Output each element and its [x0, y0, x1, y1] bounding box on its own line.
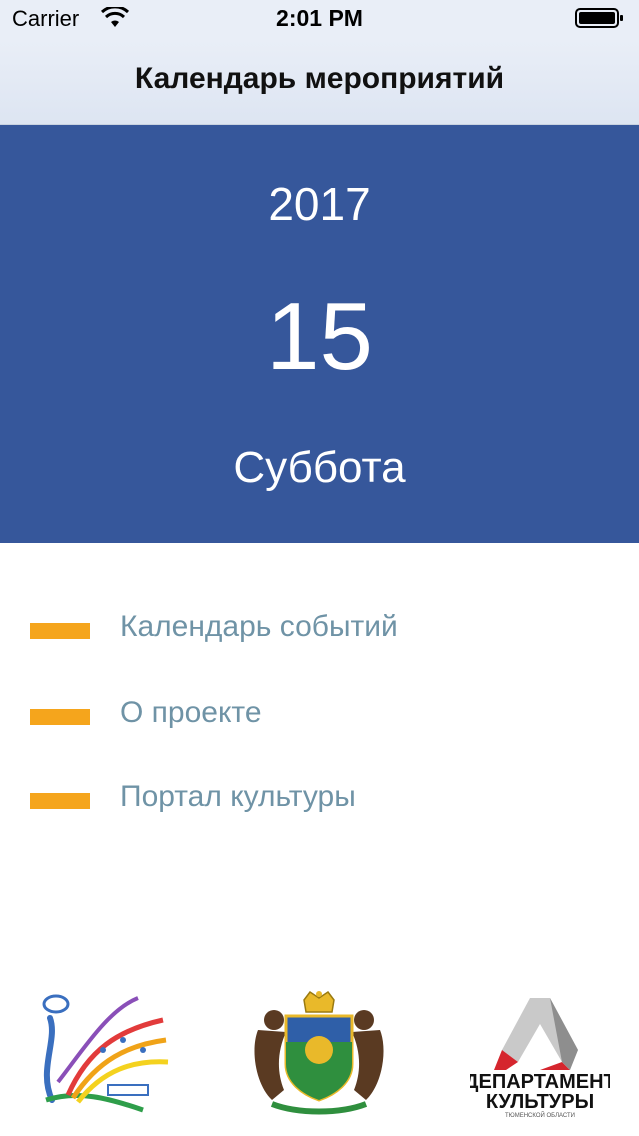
menu-item-label: Портал культуры	[120, 780, 356, 813]
date-weekday: Суббота	[233, 443, 406, 492]
menu-item-label: Календарь событий	[120, 610, 398, 643]
menu-item-about-project[interactable]: О проекте	[0, 686, 639, 746]
date-year: 2017	[268, 178, 371, 230]
clock-time: 2:01 PM	[276, 5, 363, 31]
menu-bullet-icon	[30, 623, 90, 639]
menu-bullet-icon	[30, 793, 90, 809]
department-name-line2: КУЛЬТУРЫ	[486, 1091, 594, 1113]
department-name-line3: ТЮМЕНСКОЙ ОБЛАСТИ	[505, 1111, 575, 1119]
status-bar: Carrier 2:01 PM	[0, 0, 639, 40]
date-day: 15	[266, 283, 373, 390]
menu-item-events-calendar[interactable]: Календарь событий	[0, 600, 639, 660]
department-of-culture-logo-icon: ДЕПАРТАМЕНТ КУЛЬТУРЫ ТЮМЕНСКОЙ ОБЛАСТИ	[470, 998, 610, 1119]
coat-of-arms-icon	[254, 990, 384, 1115]
date-panel: 2017 15 Суббота	[0, 125, 639, 543]
menu-item-label: О проекте	[120, 696, 262, 729]
menu-bullet-icon	[30, 709, 90, 725]
culture-project-logo-icon	[42, 994, 169, 1113]
navigation-bar: Календарь мероприятий	[0, 40, 639, 125]
battery-icon	[575, 8, 623, 28]
menu-item-culture-portal[interactable]: Портал культуры	[0, 770, 639, 830]
partner-logos: ДЕПАРТАМЕНТ КУЛЬТУРЫ ТЮМЕНСКОЙ ОБЛАСТИ	[0, 990, 639, 1120]
page-title: Календарь мероприятий	[134, 62, 505, 95]
department-name-line1: ДЕПАРТАМЕНТ	[470, 1071, 610, 1093]
